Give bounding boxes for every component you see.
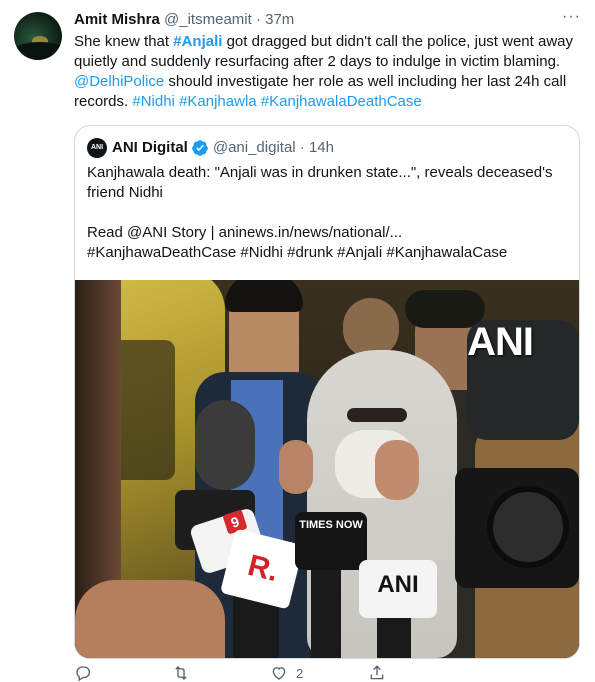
like-count: 2 <box>296 665 304 681</box>
retweet-icon <box>175 666 187 680</box>
reply-button[interactable] <box>74 664 100 682</box>
quoted-tweet-header: ANI ANI Digital @ani_digital · 14h <box>87 138 334 158</box>
mic-flag-ani: ANI <box>377 571 419 598</box>
author-handle[interactable]: @_itsmeamit <box>164 11 252 28</box>
tweet-header: Amit Mishra @_itsmeamit · 37m <box>74 10 579 30</box>
separator-dot: · <box>299 139 305 156</box>
news-photo[interactable]: 9 R. TIMES NOW ANI ANI <box>75 280 579 658</box>
quoted-tweet-time: 14h <box>308 139 334 156</box>
quoted-author-handle: @ani_digital <box>212 139 296 156</box>
tweet-text: She knew that #Anjali got dragged but di… <box>74 32 579 112</box>
tweet-time[interactable]: 37m <box>265 11 294 28</box>
ani-watermark: ANI <box>467 320 534 364</box>
separator-dot: · <box>255 11 261 28</box>
quoted-author-name: ANI Digital <box>112 139 188 156</box>
quoted-tweet[interactable]: ANI ANI Digital @ani_digital · 14h Kanjh… <box>74 125 580 659</box>
ani-avatar-text: ANI <box>90 144 104 151</box>
quoted-headline: Kanjhawala death: "Anjali was in drunken… <box>87 164 553 201</box>
author-avatar[interactable] <box>14 12 62 60</box>
quoted-hashtags: #KanjhawaDeathCase #Nidhi #drunk #Anjali… <box>87 244 508 261</box>
hashtag-nidhi[interactable]: #Nidhi <box>132 93 175 110</box>
like-button[interactable]: 2 <box>270 664 303 682</box>
mention-delhipolice[interactable]: @DelhiPolice <box>74 73 164 90</box>
quoted-tweet-text: Kanjhawala death: "Anjali was in drunken… <box>87 163 567 263</box>
share-button[interactable] <box>368 664 386 682</box>
verified-badge-icon <box>191 140 208 156</box>
quoted-author-avatar: ANI <box>87 138 107 158</box>
mic-flag-timesnow: TIMES NOW <box>299 519 363 531</box>
hashtag-kanjhawaladeathcase[interactable]: #KanjhawalaDeathCase <box>261 93 422 110</box>
hashtag-kanjhawla[interactable]: #Kanjhawla <box>179 93 257 110</box>
author-name[interactable]: Amit Mishra <box>74 11 160 28</box>
tweet-actions: 2 <box>74 664 534 682</box>
tweet-content: Amit Mishra @_itsmeamit · 37m She knew t… <box>74 10 579 112</box>
tweet-text-part: She knew that <box>74 33 174 50</box>
hashtag-anjali[interactable]: #Anjali <box>173 33 222 50</box>
heart-icon <box>272 667 286 680</box>
share-icon <box>370 665 384 680</box>
quoted-read-link: Read @ANI Story | aninews.in/news/nation… <box>87 224 403 241</box>
reply-icon <box>76 666 91 682</box>
retweet-button[interactable] <box>172 664 198 682</box>
